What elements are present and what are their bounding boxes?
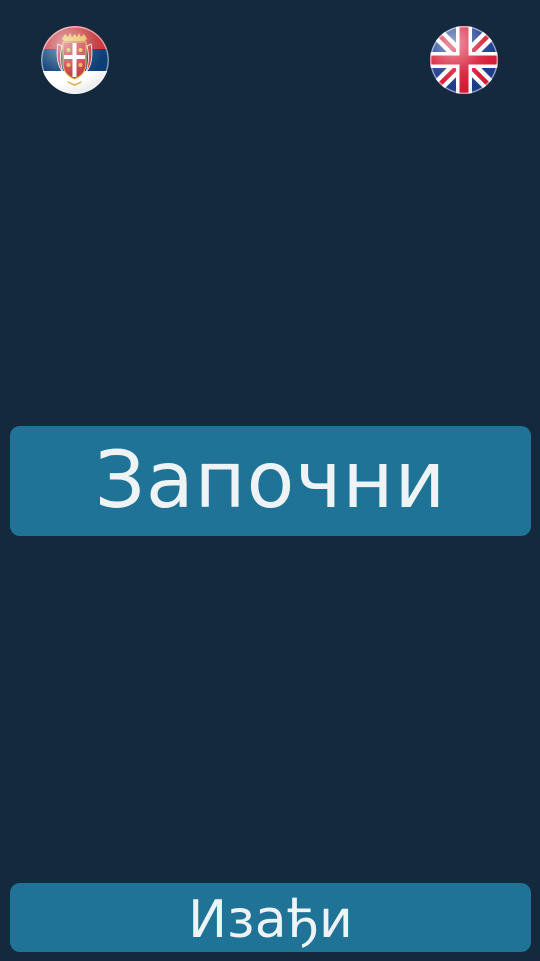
start-button-label: Започни: [94, 436, 447, 526]
uk-flag-icon: [430, 26, 498, 94]
exit-button-label: Изађи: [188, 889, 353, 950]
exit-button[interactable]: Изађи: [10, 883, 531, 952]
serbia-flag-icon: [41, 26, 109, 94]
start-button[interactable]: Започни: [10, 426, 531, 536]
serbian-language-button[interactable]: [41, 26, 109, 94]
english-language-button[interactable]: [430, 26, 498, 94]
